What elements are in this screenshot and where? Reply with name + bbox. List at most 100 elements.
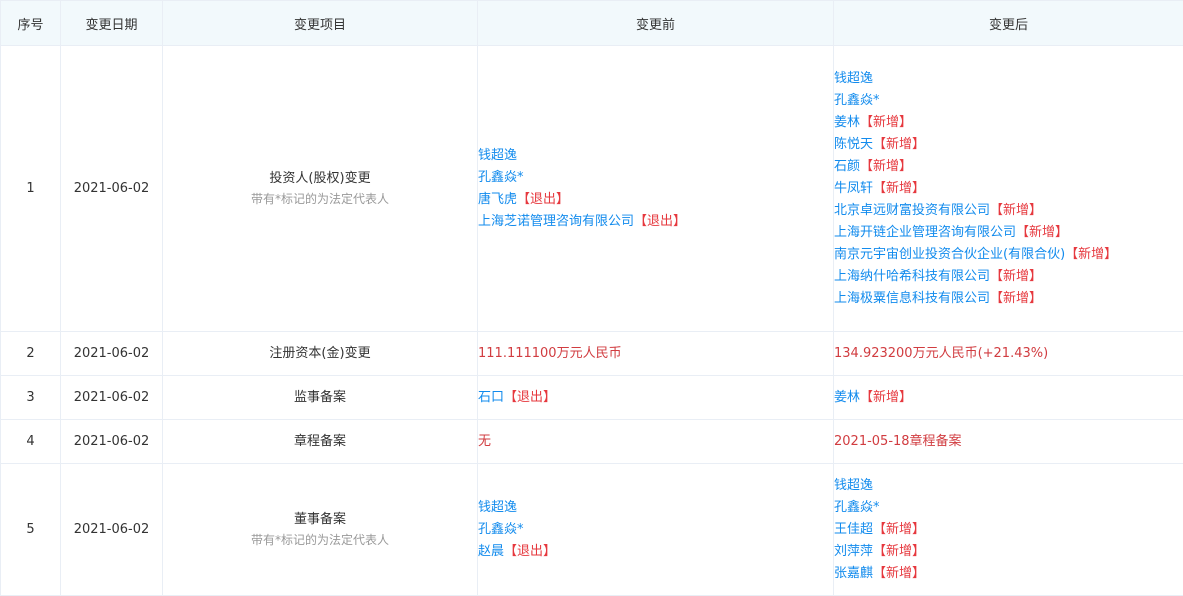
row-date: 2021-06-02: [61, 332, 163, 376]
legal-rep-note: 带有*标记的为法定代表人: [163, 189, 477, 209]
row-item: 注册资本(金)变更: [163, 332, 478, 376]
list-item[interactable]: 石颜【新增】: [834, 156, 1183, 178]
entity-link[interactable]: 姜林: [834, 390, 860, 405]
status-tag: 【退出】: [517, 192, 569, 207]
entity-link[interactable]: 孔鑫焱*: [834, 93, 880, 108]
entity-link[interactable]: 钱超逸: [834, 478, 873, 493]
table-row: 5 2021-06-02 董事备案 带有*标记的为法定代表人 钱超逸 孔鑫焱* …: [1, 464, 1183, 596]
entity-link[interactable]: 南京元宇宙创业投资合伙企业(有限合伙): [834, 247, 1065, 262]
entity-link[interactable]: 姜林: [834, 115, 860, 130]
status-tag: 【新增】: [873, 544, 925, 559]
list-item[interactable]: 唐飞虎【退出】: [478, 189, 833, 211]
row-index: 3: [1, 376, 61, 420]
row-item: 董事备案 带有*标记的为法定代表人: [163, 464, 478, 596]
before-value: 111.111100万元人民币: [478, 346, 622, 361]
entity-link[interactable]: 钱超逸: [834, 71, 873, 86]
table-row: 4 2021-06-02 章程备案 无 2021-05-18章程备案: [1, 420, 1183, 464]
status-tag: 【新增】: [990, 203, 1042, 218]
row-item: 投资人(股权)变更 带有*标记的为法定代表人: [163, 46, 478, 332]
entity-link[interactable]: 陈悦天: [834, 137, 873, 152]
list-item[interactable]: 王佳超【新增】: [834, 519, 1183, 541]
row-before: 钱超逸 孔鑫焱* 赵晨【退出】: [478, 464, 834, 596]
row-item: 章程备案: [163, 420, 478, 464]
row-index: 5: [1, 464, 61, 596]
entity-link[interactable]: 石口: [478, 390, 504, 405]
entity-link[interactable]: 上海开链企业管理咨询有限公司: [834, 225, 1016, 240]
list-item[interactable]: 南京元宇宙创业投资合伙企业(有限合伙)【新增】: [834, 244, 1183, 266]
table-row: 2 2021-06-02 注册资本(金)变更 111.111100万元人民币 1…: [1, 332, 1183, 376]
entity-link[interactable]: 孔鑫焱*: [834, 500, 880, 515]
entity-link[interactable]: 张嘉麒: [834, 566, 873, 581]
status-tag: 【退出】: [504, 390, 556, 405]
list-item[interactable]: 陈悦天【新增】: [834, 134, 1183, 156]
row-after: 钱超逸 孔鑫焱* 王佳超【新增】 刘萍萍【新增】 张嘉麒【新增】: [834, 464, 1183, 596]
entity-link[interactable]: 刘萍萍: [834, 544, 873, 559]
entity-link[interactable]: 牛凤轩: [834, 181, 873, 196]
row-after: 钱超逸 孔鑫焱* 姜林【新增】 陈悦天【新增】 石颜【新增】 牛凤轩【新增】 北…: [834, 46, 1183, 332]
entity-link[interactable]: 钱超逸: [478, 500, 517, 515]
legal-rep-note: 带有*标记的为法定代表人: [163, 530, 477, 550]
change-records-table: 序号 变更日期 变更项目 变更前 变更后 1 2021-06-02 投资人(股权…: [0, 0, 1183, 596]
before-value: 无: [478, 434, 491, 449]
list-item[interactable]: 钱超逸: [478, 497, 833, 519]
row-index: 1: [1, 46, 61, 332]
header-date: 变更日期: [61, 1, 163, 46]
list-item[interactable]: 孔鑫焱*: [834, 497, 1183, 519]
after-value: 2021-05-18章程备案: [834, 434, 962, 449]
header-after: 变更后: [834, 1, 1183, 46]
after-value: 134.923200万元人民币(+21.43%): [834, 346, 1048, 361]
list-item[interactable]: 上海纳什哈希科技有限公司【新增】: [834, 266, 1183, 288]
status-tag: 【新增】: [990, 291, 1042, 306]
row-after: 姜林【新增】: [834, 376, 1183, 420]
status-tag: 【新增】: [860, 390, 912, 405]
list-item[interactable]: 赵晨【退出】: [478, 541, 833, 563]
row-date: 2021-06-02: [61, 376, 163, 420]
header-index: 序号: [1, 1, 61, 46]
list-item[interactable]: 钱超逸: [834, 475, 1183, 497]
entity-link[interactable]: 上海纳什哈希科技有限公司: [834, 269, 990, 284]
list-item[interactable]: 张嘉麒【新增】: [834, 563, 1183, 585]
entity-link[interactable]: 钱超逸: [478, 148, 517, 163]
entity-link[interactable]: 北京卓远财富投资有限公司: [834, 203, 990, 218]
entity-link[interactable]: 唐飞虎: [478, 192, 517, 207]
entity-link[interactable]: 上海芝诺管理咨询有限公司: [478, 214, 634, 229]
row-after: 134.923200万元人民币(+21.43%): [834, 332, 1183, 376]
row-before: 111.111100万元人民币: [478, 332, 834, 376]
list-item[interactable]: 姜林【新增】: [834, 387, 1183, 409]
status-tag: 【新增】: [873, 137, 925, 152]
status-tag: 【新增】: [873, 522, 925, 537]
entity-link[interactable]: 上海极粟信息科技有限公司: [834, 291, 990, 306]
status-tag: 【退出】: [634, 214, 686, 229]
list-item[interactable]: 石口【退出】: [478, 387, 833, 409]
table-row: 1 2021-06-02 投资人(股权)变更 带有*标记的为法定代表人 钱超逸 …: [1, 46, 1183, 332]
list-item[interactable]: 孔鑫焱*: [478, 167, 833, 189]
list-item[interactable]: 上海芝诺管理咨询有限公司【退出】: [478, 211, 833, 233]
list-item[interactable]: 北京卓远财富投资有限公司【新增】: [834, 200, 1183, 222]
row-before: 钱超逸 孔鑫焱* 唐飞虎【退出】 上海芝诺管理咨询有限公司【退出】: [478, 46, 834, 332]
list-item[interactable]: 孔鑫焱*: [478, 519, 833, 541]
entity-link[interactable]: 王佳超: [834, 522, 873, 537]
list-item[interactable]: 上海开链企业管理咨询有限公司【新增】: [834, 222, 1183, 244]
list-item[interactable]: 孔鑫焱*: [834, 90, 1183, 112]
change-item-title: 注册资本(金)变更: [163, 344, 477, 364]
entity-link[interactable]: 石颜: [834, 159, 860, 174]
row-after: 2021-05-18章程备案: [834, 420, 1183, 464]
list-item[interactable]: 牛凤轩【新增】: [834, 178, 1183, 200]
list-item[interactable]: 姜林【新增】: [834, 112, 1183, 134]
list-item[interactable]: 钱超逸: [834, 68, 1183, 90]
row-date: 2021-06-02: [61, 420, 163, 464]
table-row: 3 2021-06-02 监事备案 石口【退出】 姜林【新增】: [1, 376, 1183, 420]
list-item[interactable]: 刘萍萍【新增】: [834, 541, 1183, 563]
list-item[interactable]: 钱超逸: [478, 145, 833, 167]
status-tag: 【新增】: [1016, 225, 1068, 240]
header-row: 序号 变更日期 变更项目 变更前 变更后: [1, 1, 1183, 46]
row-item: 监事备案: [163, 376, 478, 420]
entity-link[interactable]: 孔鑫焱*: [478, 170, 524, 185]
header-item: 变更项目: [163, 1, 478, 46]
row-date: 2021-06-02: [61, 46, 163, 332]
row-index: 4: [1, 420, 61, 464]
entity-link[interactable]: 赵晨: [478, 544, 504, 559]
list-item[interactable]: 上海极粟信息科技有限公司【新增】: [834, 288, 1183, 310]
entity-link[interactable]: 孔鑫焱*: [478, 522, 524, 537]
table-header: 序号 变更日期 变更项目 变更前 变更后: [1, 1, 1183, 46]
